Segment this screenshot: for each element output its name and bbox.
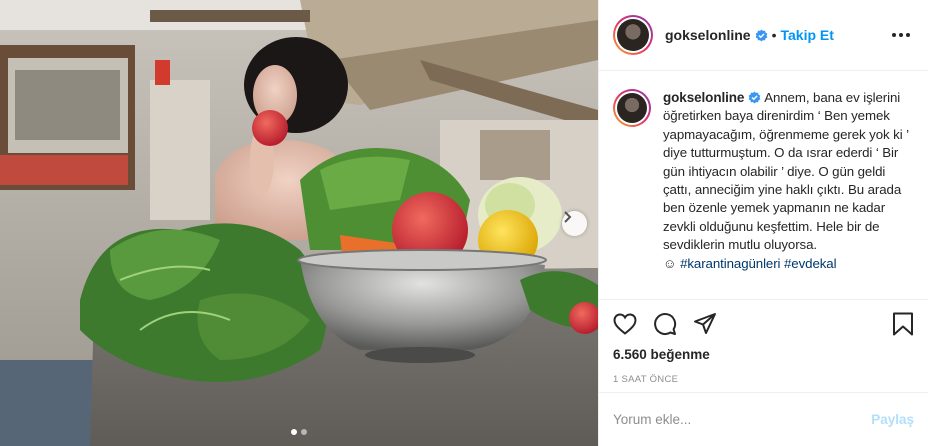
caption-body: Annem, bana ev işlerini öğretirken baya … [663, 90, 909, 253]
comment-input[interactable] [613, 412, 872, 427]
author-username[interactable]: gokselonline [665, 27, 751, 43]
more-options-icon[interactable] [888, 29, 914, 41]
heart-icon [613, 312, 637, 335]
likes-count[interactable]: 6.560 beğenme [613, 347, 914, 362]
post-actions-section: 6.560 beğenme 1 SAAT ÖNCE [599, 299, 928, 385]
chevron-right-icon [564, 211, 572, 223]
post-timestamp[interactable]: 1 SAAT ÖNCE [613, 374, 914, 385]
paper-plane-icon [694, 312, 716, 334]
post-photo[interactable] [0, 0, 598, 446]
avatar-image [617, 19, 649, 51]
carousel-dot [301, 429, 307, 435]
follow-button[interactable]: Takip Et [780, 27, 833, 43]
post-comment-button[interactable]: Paylaş [871, 412, 914, 427]
carousel-dot-active [291, 429, 297, 435]
author-avatar[interactable] [613, 15, 653, 55]
caption-author-avatar[interactable] [613, 89, 651, 127]
share-button[interactable] [693, 304, 733, 344]
carousel-next-button[interactable] [562, 211, 587, 236]
caption-text: gokselonline Annem, bana ev işlerini öğr… [663, 89, 914, 299]
comment-icon [654, 312, 677, 335]
verified-badge-icon [748, 91, 761, 104]
hashtag-link[interactable]: #evdekal [784, 256, 837, 271]
header-separator: • [771, 27, 777, 43]
photo-kitchen-vegetables [0, 0, 598, 446]
comment-box: Paylaş [599, 392, 928, 446]
caption-section: gokselonline Annem, bana ev işlerini öğr… [599, 71, 928, 299]
post-header: gokselonline • Takip Et [599, 0, 928, 71]
like-button[interactable] [613, 304, 653, 344]
comment-button[interactable] [653, 304, 693, 344]
smile-emoji-icon: ☺ [663, 255, 677, 271]
save-button[interactable] [874, 304, 914, 344]
bookmark-icon [893, 312, 913, 335]
instagram-post: gokselonline • Takip Et gokselonline Ann [0, 0, 928, 446]
carousel-indicator [0, 429, 598, 435]
caption-username[interactable]: gokselonline [663, 90, 744, 105]
action-bar [613, 300, 914, 347]
verified-badge-icon [755, 28, 767, 42]
post-side-panel: gokselonline • Takip Et gokselonline Ann [598, 0, 928, 446]
hashtag-link[interactable]: #karantinagünleri [680, 256, 780, 271]
